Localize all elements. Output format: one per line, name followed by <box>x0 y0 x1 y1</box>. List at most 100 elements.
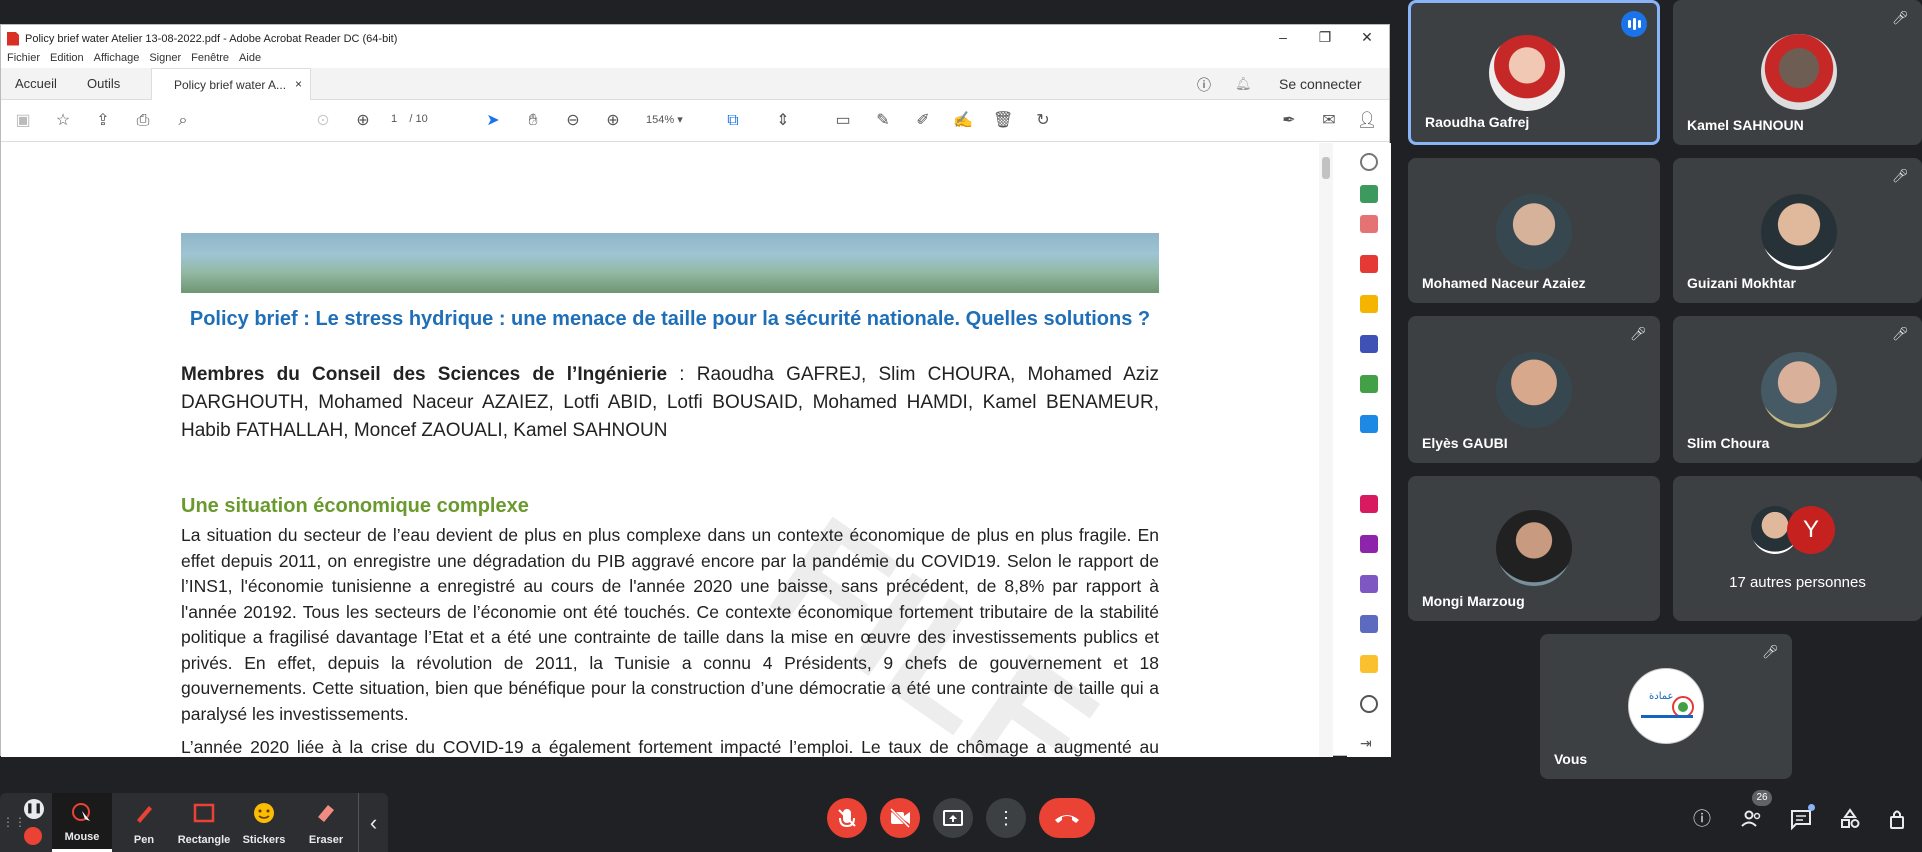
scroll-mode-icon[interactable]: ⇕ <box>773 111 793 131</box>
avatar <box>1496 352 1572 428</box>
customize-tools-icon[interactable] <box>1360 695 1378 713</box>
sign-icon[interactable]: ✒ <box>1279 111 1299 131</box>
menu-fenetre[interactable]: Fenêtre <box>191 52 229 68</box>
tool-rectangle[interactable]: Rectangle <box>174 793 234 852</box>
avatar <box>1761 34 1837 110</box>
select-cursor-icon[interactable]: ➤ <box>483 111 503 131</box>
upload-icon[interactable]: ⇪ <box>93 111 113 131</box>
tab-document[interactable]: Policy brief water A... × <box>151 68 311 100</box>
mail-icon[interactable]: ✉ <box>1319 111 1339 131</box>
participant-name: 17 autres personnes <box>1729 574 1866 591</box>
certificate-icon[interactable] <box>1360 615 1378 633</box>
tool-stickers[interactable]: Stickers <box>234 793 294 852</box>
menu-aide[interactable]: Aide <box>239 52 261 68</box>
tool-mouse[interactable]: Mouse <box>52 793 112 852</box>
avatar <box>1496 194 1572 270</box>
tab-bar: Accueil Outils Policy brief water A... ×… <box>1 68 1389 100</box>
participant-tile-mohamed[interactable]: Mohamed Naceur Azaiez <box>1408 158 1660 303</box>
participant-tile-mongi[interactable]: Mongi Marzoug <box>1408 476 1660 621</box>
zoom-select[interactable]: 154% ▾ <box>646 113 683 126</box>
page-current[interactable]: 1 <box>391 113 397 125</box>
organize-icon[interactable] <box>1360 375 1378 393</box>
participant-tile-elyes[interactable]: 🎤︎ Elyès GAUBI <box>1408 316 1660 463</box>
protect-icon[interactable] <box>1360 535 1378 553</box>
participant-name: Kamel SAHNOUN <box>1687 117 1804 133</box>
activities-icon[interactable] <box>1838 807 1862 831</box>
menu-affichage[interactable]: Affichage <box>94 52 140 68</box>
fill-sign-icon[interactable] <box>1360 495 1378 513</box>
camera-toggle-button[interactable] <box>880 798 920 838</box>
drag-handle-icon[interactable]: ⋮⋮ <box>2 815 26 829</box>
page-indicator[interactable]: 1 / 10 <box>391 113 428 125</box>
print-icon[interactable]: ⎙ <box>133 111 153 131</box>
bookmark-star-icon[interactable]: ☆ <box>53 111 73 131</box>
sticker-smiley-icon <box>254 803 274 823</box>
menu-signer[interactable]: Signer <box>149 52 181 68</box>
bell-icon[interactable]: 🔔︎ <box>1235 76 1252 92</box>
stop-icon[interactable] <box>24 827 42 845</box>
scan-icon[interactable] <box>1360 415 1378 433</box>
highlight-icon[interactable]: ✎ <box>873 111 893 131</box>
delete-icon[interactable]: 🗑︎ <box>993 111 1013 131</box>
tab-outils[interactable]: Outils <box>87 76 120 91</box>
tool-eraser[interactable]: Eraser <box>296 793 356 852</box>
export-pdf-icon[interactable] <box>1360 185 1378 203</box>
present-screen-button[interactable] <box>933 798 973 838</box>
tab-accueil[interactable]: Accueil <box>15 76 57 91</box>
page-down-icon[interactable]: ⊕ <box>353 111 373 131</box>
more-options-button[interactable]: ⋮ <box>986 798 1026 838</box>
menu-fichier[interactable]: Fichier <box>7 52 40 68</box>
document-view[interactable]: FILE Policy brief : Le stress hydrique :… <box>1 143 1323 757</box>
tab-close-icon[interactable]: × <box>295 77 302 91</box>
stamp-icon[interactable]: ✍ <box>953 111 973 131</box>
acrobat-toolbar: ▣ ☆ ⇪ ⎙ ⌕ ⊙ ⊕ 1 / 10 ➤ ✋︎ ⊖ ⊕ 154% ▾ ⧉ ⇕… <box>1 100 1389 142</box>
vertical-scrollbar[interactable] <box>1319 143 1333 757</box>
hand-icon[interactable]: ✋︎ <box>523 111 543 131</box>
tool-pen[interactable]: Pen <box>114 793 174 852</box>
menu-bar: Fichier Edition Affichage Signer Fenêtre… <box>1 52 1389 68</box>
host-controls-lock-icon[interactable] <box>1886 807 1910 831</box>
comment-icon[interactable]: ▭ <box>833 111 853 131</box>
pause-icon[interactable]: ❚❚ <box>24 799 44 819</box>
participant-tile-kamel[interactable]: 🎤︎ Kamel SAHNOUN <box>1673 0 1922 145</box>
zoom-in-icon[interactable]: ⊕ <box>603 111 623 131</box>
draw-icon[interactable]: ✐ <box>913 111 933 131</box>
window-title: Policy brief water Atelier 13-08-2022.pd… <box>25 32 398 45</box>
minimize-icon[interactable]: – <box>1263 29 1303 45</box>
mic-off-icon: 🎤︎ <box>1892 168 1909 183</box>
zoom-out-icon[interactable]: ⊖ <box>563 111 583 131</box>
participant-tile-raoudha[interactable]: Raoudha Gafrej <box>1408 0 1660 145</box>
compress-icon[interactable] <box>1360 575 1378 593</box>
signin-link[interactable]: Se connecter <box>1279 76 1362 92</box>
scrollbar-thumb[interactable] <box>1322 157 1330 179</box>
camera-off-icon <box>889 807 911 829</box>
combine-icon[interactable] <box>1360 335 1378 353</box>
participant-tile-guizani[interactable]: 🎤︎ Guizani Mokhtar <box>1673 158 1922 303</box>
help-icon[interactable]: ⓘ <box>1197 75 1211 95</box>
search-icon[interactable]: ⌕ <box>173 111 193 131</box>
page-total: / 10 <box>409 113 428 125</box>
share-user-icon[interactable]: 👤︎ <box>1357 111 1377 131</box>
participant-tile-self[interactable]: عمادة 🎤︎ Vous <box>1540 634 1792 779</box>
collapse-rail-icon[interactable]: ⇥ <box>1360 735 1378 753</box>
fit-page-icon[interactable]: ⧉ <box>723 111 743 131</box>
people-icon[interactable] <box>1740 807 1764 831</box>
close-icon[interactable]: ✕ <box>1347 29 1387 46</box>
leave-call-button[interactable] <box>1039 798 1095 838</box>
save-icon[interactable]: ▣ <box>13 111 33 131</box>
comment-tool-icon[interactable] <box>1360 295 1378 313</box>
participant-tile-slim[interactable]: 🎤︎ Slim Choura <box>1673 316 1922 463</box>
prepare-form-icon[interactable] <box>1360 655 1378 673</box>
edit-pdf-icon[interactable] <box>1360 255 1378 273</box>
mic-toggle-button[interactable] <box>827 798 867 838</box>
participant-tile-others[interactable]: Y 17 autres personnes <box>1673 476 1922 621</box>
menu-edition[interactable]: Edition <box>50 52 84 68</box>
rotate-icon[interactable]: ↻ <box>1033 111 1053 131</box>
collapse-toolbar-chevron-icon[interactable]: ‹ <box>358 793 388 852</box>
page-up-icon[interactable]: ⊙ <box>313 111 333 131</box>
zoom-tool-icon[interactable] <box>1360 153 1378 171</box>
create-pdf-icon[interactable] <box>1360 215 1378 233</box>
restore-icon[interactable]: ❐ <box>1305 29 1345 46</box>
meeting-info-icon[interactable]: ⓘ <box>1690 807 1714 831</box>
document-banner-image <box>181 233 1159 293</box>
